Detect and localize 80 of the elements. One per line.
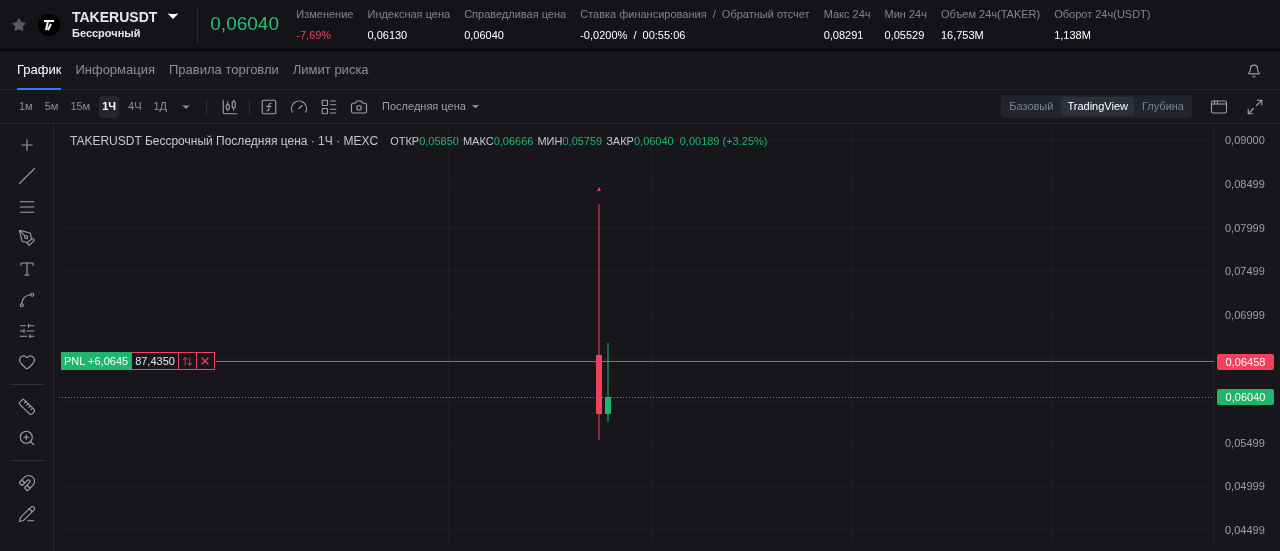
contract-type: Бессрочный — [72, 25, 142, 41]
stat-label: Ставка финансирования / Обратный отсчет — [580, 7, 810, 22]
symbol-name[interactable]: TAKERUSDT — [72, 8, 158, 26]
tab[interactable]: Лимит риска — [292, 51, 369, 90]
interval-button[interactable]: 15м — [67, 95, 94, 118]
price-tick: 0,04999 — [1225, 480, 1265, 492]
stat-value: -7,69% — [296, 27, 333, 43]
stat-value: 16,753M — [940, 27, 985, 43]
star-icon[interactable] — [12, 17, 26, 32]
view-option[interactable]: Базовый — [1003, 97, 1060, 116]
interval-button[interactable]: 1Д — [150, 95, 171, 118]
logo-icon — [38, 13, 60, 36]
stat-label: Мин 24ч — [884, 7, 927, 22]
view-option[interactable]: Глубина — [1135, 97, 1190, 116]
close-button[interactable] — [196, 352, 215, 370]
last-price: 0,06040 — [210, 12, 277, 37]
price-tick: 0,08499 — [1225, 178, 1265, 190]
stat-label: Объем 24ч(TAKER) — [940, 7, 1041, 22]
interval-button[interactable]: 1Ч — [99, 95, 120, 118]
stat-label: Оборот 24ч(USDT) — [1054, 7, 1151, 22]
heart-icon[interactable] — [17, 353, 36, 371]
zoom-in-icon[interactable] — [17, 429, 36, 447]
stat-value: 1,138M — [1054, 27, 1092, 43]
legend-value: 0,06040 — [633, 133, 674, 149]
pen-icon[interactable] — [17, 229, 36, 247]
pattern-icon[interactable] — [17, 291, 36, 309]
pencil-icon[interactable] — [17, 505, 36, 523]
window-icon[interactable] — [1210, 97, 1228, 116]
price-tick: 0,07499 — [1225, 265, 1265, 277]
price-tick: 0,05499 — [1225, 437, 1265, 449]
bell-icon[interactable] — [1247, 63, 1261, 78]
candlestick-icon[interactable] — [221, 97, 240, 116]
stat-label: Индексная цена — [367, 7, 451, 22]
stat-value: -0,0200% / 00:55:06 — [580, 27, 687, 43]
arrows-icon — [181, 355, 193, 367]
gauge-icon[interactable] — [290, 97, 309, 116]
legend-label: ЗАКР — [606, 133, 634, 149]
price-tick: 0,04499 — [1225, 524, 1265, 536]
legend-label: ОТКР — [390, 133, 420, 149]
view-option[interactable]: TradingView — [1061, 97, 1134, 116]
camera-icon[interactable] — [350, 97, 369, 116]
price-tick: 0,07999 — [1225, 222, 1265, 234]
magnet-icon[interactable] — [17, 474, 36, 492]
legend-value: 0,05759 — [562, 133, 603, 149]
stat-label: Изменение — [296, 7, 354, 22]
price-badge: 0,06040 — [1217, 389, 1274, 405]
interval-button[interactable]: 1м — [16, 95, 36, 118]
stat-value: 0,05529 — [884, 27, 926, 43]
fullscreen-icon[interactable] — [1246, 97, 1264, 116]
reverse-button[interactable] — [178, 352, 197, 370]
chart-legend-title: TAKERUSDT Бессрочный Последняя цена · 1Ч · MEXC — [70, 133, 379, 150]
legend-label: МИН — [537, 133, 563, 149]
marker-icon — [597, 187, 601, 191]
stat-value: 0,08291 — [823, 27, 865, 43]
text-icon[interactable] — [17, 260, 36, 278]
price-type-dropdown[interactable]: Последняя цена — [382, 98, 481, 115]
position-quantity: 87,4350 — [131, 352, 179, 370]
stat-value: 0,06130 — [367, 27, 409, 43]
pnl-label: PNL +6,0645 — [61, 352, 132, 370]
price-badge: 0,06458 — [1217, 354, 1274, 370]
interval-button[interactable]: 5м — [41, 95, 62, 118]
parallel-lines-icon[interactable] — [17, 198, 36, 216]
price-tick: 0,09000 — [1225, 134, 1265, 146]
interval-button[interactable]: 4Ч — [125, 95, 145, 118]
template-icon[interactable] — [320, 97, 339, 116]
ruler-icon[interactable] — [17, 398, 36, 416]
legend-change: 0,00189 (+3.25%) — [679, 133, 768, 149]
price-tick: 0,06999 — [1225, 309, 1265, 321]
legend-value: 0,06666 — [493, 133, 534, 149]
sliders-icon[interactable] — [17, 322, 36, 340]
stat-label: Макс 24ч — [823, 7, 871, 22]
tab[interactable]: Правила торговли — [169, 51, 279, 90]
legend-label: МАКС — [462, 133, 494, 149]
stat-label: Справедливая цена — [464, 7, 567, 22]
legend-value: 0,05850 — [419, 133, 459, 149]
tab[interactable]: Информация — [75, 51, 155, 90]
stat-value: 0,06040 — [464, 27, 505, 43]
function-icon[interactable] — [260, 97, 279, 116]
tab[interactable]: График — [17, 51, 62, 90]
trend-line-icon[interactable] — [17, 167, 36, 185]
